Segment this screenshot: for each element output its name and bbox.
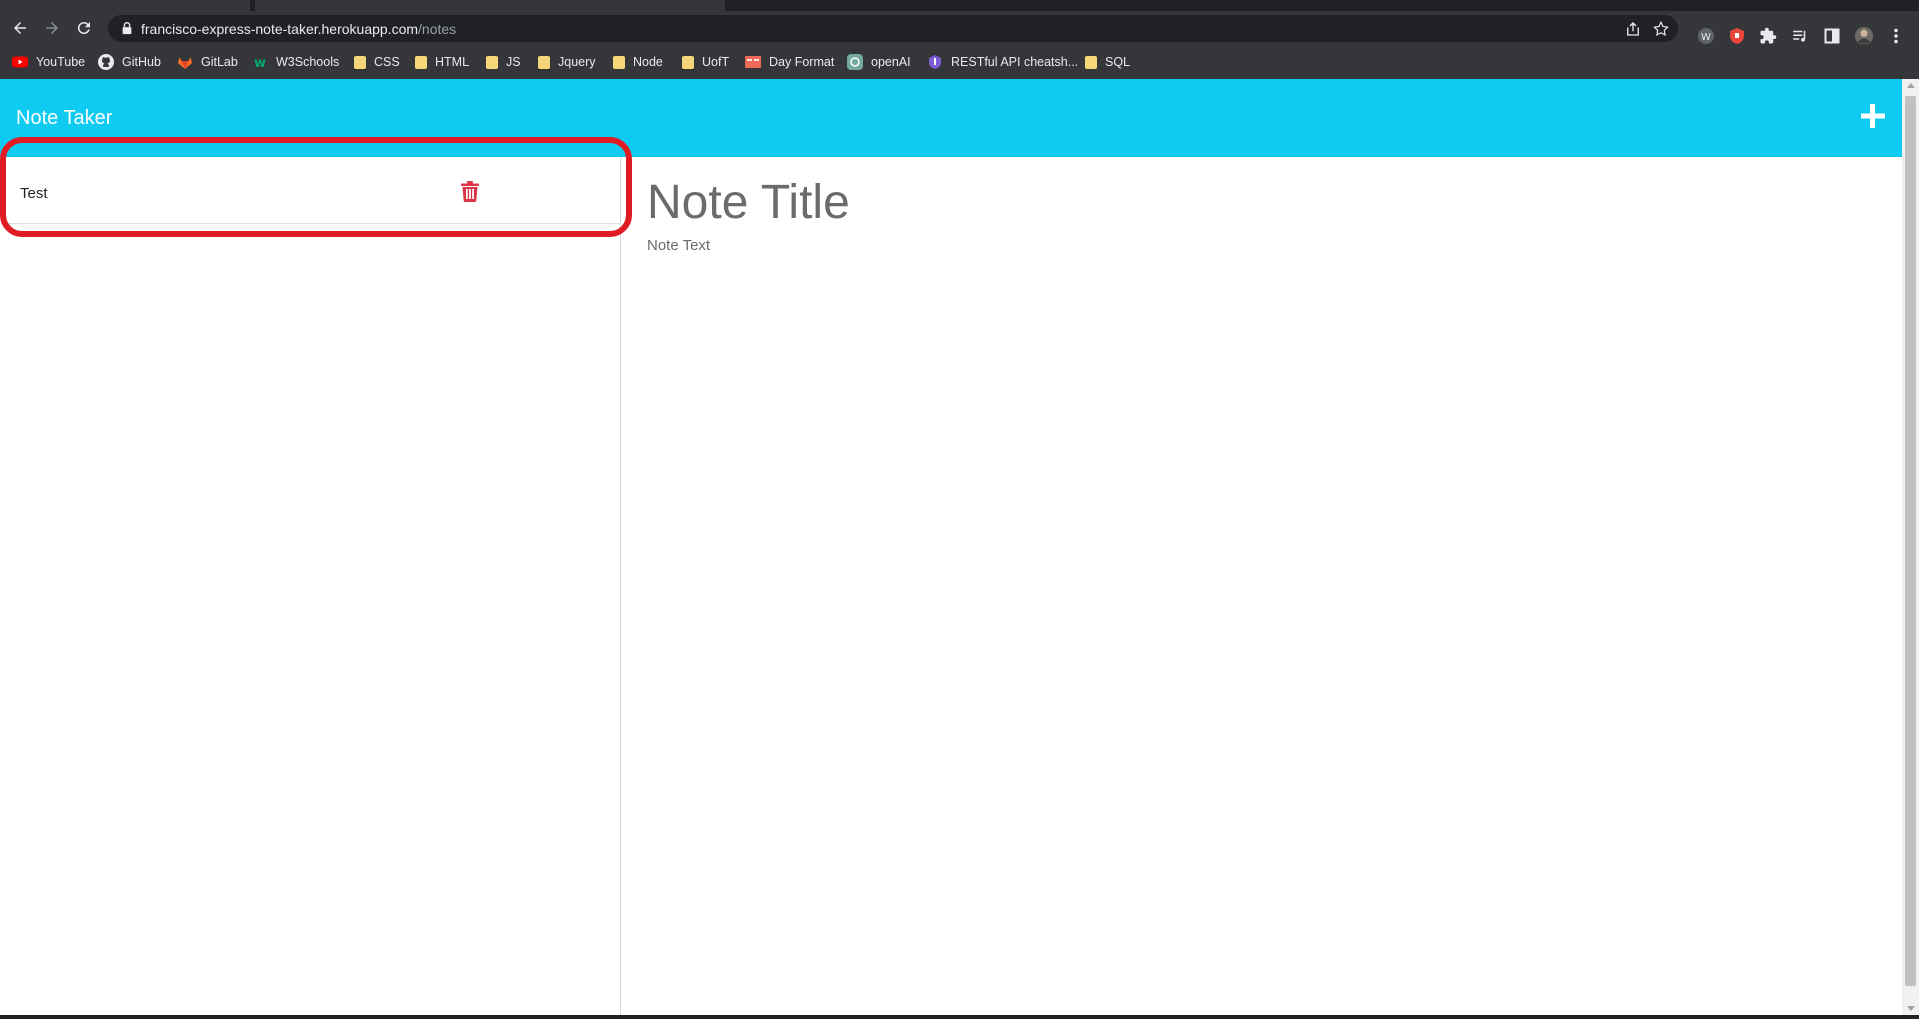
profile-avatar-icon[interactable]: [1854, 26, 1874, 46]
window-bottom-edge: [0, 1015, 1919, 1019]
youtube-icon: [12, 56, 28, 68]
svg-text:w: w: [254, 56, 266, 70]
day-format-icon: [745, 56, 761, 68]
scrollbar-thumb[interactable]: [1905, 96, 1916, 986]
bookmark-gitlab[interactable]: GitLab: [177, 52, 238, 72]
bookmark-day-format[interactable]: Day Format: [745, 52, 834, 72]
scroll-down-arrow-icon[interactable]: [1907, 1006, 1915, 1011]
folder-icon: [613, 55, 625, 69]
folder-icon: [486, 55, 498, 69]
bookmark-folder-css[interactable]: CSS: [352, 52, 400, 72]
extension-w-icon[interactable]: W: [1696, 26, 1716, 46]
share-icon[interactable]: [1624, 20, 1642, 38]
reload-button[interactable]: [72, 16, 96, 40]
svg-text:W: W: [1701, 32, 1711, 43]
note-editor: [621, 157, 1902, 1015]
address-bar[interactable]: francisco-express-note-taker.herokuapp.c…: [108, 15, 1678, 42]
arrow-right-icon: [46, 22, 58, 34]
bookmark-folder-jquery[interactable]: Jquery: [536, 52, 596, 72]
side-panel-icon[interactable]: [1822, 26, 1842, 46]
url-text: francisco-express-note-taker.herokuapp.c…: [141, 21, 457, 37]
extension-shield-icon[interactable]: [1727, 26, 1747, 46]
folder-icon: [415, 55, 427, 69]
star-icon[interactable]: [1652, 20, 1670, 38]
new-note-button[interactable]: [1860, 103, 1886, 129]
bookmark-folder-node[interactable]: Node: [611, 52, 663, 72]
github-icon: [98, 54, 114, 70]
delete-note-button[interactable]: [461, 181, 479, 202]
bookmark-folder-sql[interactable]: SQL: [1083, 52, 1130, 72]
note-text-input[interactable]: [647, 237, 1847, 637]
tab-strip: [0, 0, 1919, 11]
folder-icon: [1085, 55, 1097, 69]
openai-icon: [847, 54, 863, 70]
folder-icon: [682, 55, 694, 69]
tab-active[interactable]: [255, 0, 725, 11]
note-list: Test: [0, 157, 621, 1015]
browser-toolbar: francisco-express-note-taker.herokuapp.c…: [0, 11, 1919, 46]
bookmark-folder-js[interactable]: JS: [484, 52, 521, 72]
media-playlist-icon[interactable]: [1790, 26, 1810, 46]
folder-icon: [354, 55, 366, 69]
bookmark-w3schools[interactable]: w W3Schools: [252, 52, 339, 72]
bookmark-youtube[interactable]: YouTube: [12, 52, 85, 72]
reload-icon: [77, 22, 90, 35]
puzzle-icon[interactable]: [1758, 26, 1778, 46]
bookmark-folder-html[interactable]: HTML: [413, 52, 469, 72]
gitlab-icon: [178, 57, 192, 69]
trash-icon: [461, 181, 479, 202]
page-scrollbar[interactable]: [1902, 79, 1919, 1015]
bookmark-restful-api[interactable]: RESTful API cheatsh...: [927, 52, 1078, 72]
bookmark-github[interactable]: GitHub: [98, 52, 161, 72]
forward-button[interactable]: [40, 16, 64, 40]
note-title-input[interactable]: [647, 167, 1847, 237]
tab-inactive[interactable]: [0, 0, 250, 11]
browser-menu-icon[interactable]: [1886, 26, 1906, 46]
restful-api-icon: [929, 55, 941, 69]
arrow-left-icon: [14, 22, 26, 34]
note-item-title[interactable]: Test: [20, 185, 48, 202]
bookmarks-bar: YouTube GitHub GitLab w W3Schools CSS HT…: [0, 44, 1919, 80]
bookmark-openai[interactable]: openAI: [847, 52, 911, 72]
list-item[interactable]: Test: [6, 161, 620, 224]
folder-icon: [538, 55, 550, 69]
app-navbar: Note Taker: [0, 79, 1902, 157]
lock-icon: [122, 22, 132, 35]
w3schools-icon: w: [254, 56, 266, 70]
back-button[interactable]: [8, 16, 32, 40]
bookmark-folder-uoft[interactable]: UofT: [680, 52, 729, 72]
brand-title[interactable]: Note Taker: [16, 107, 112, 130]
scroll-up-arrow-icon[interactable]: [1907, 83, 1915, 88]
